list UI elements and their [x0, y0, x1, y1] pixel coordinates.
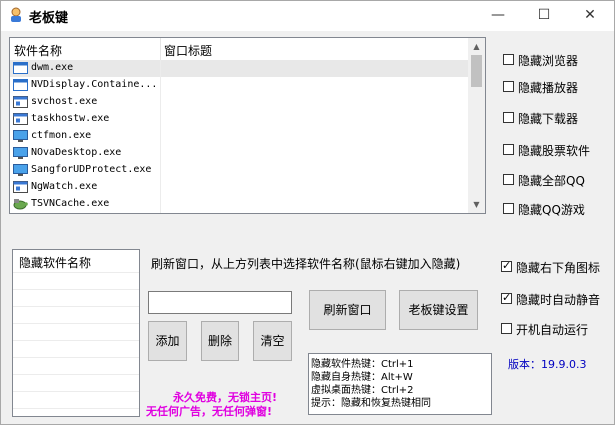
- checkbox-label: 隐藏时自动静音: [516, 293, 601, 307]
- process-row[interactable]: ctfmon.exe: [10, 128, 470, 145]
- hotkey-info-box: 隐藏软件热键：Ctrl+1 隐藏自身热键：Alt+W 虚拟桌面热键：Ctrl+2…: [308, 353, 492, 415]
- window-app-icon: [13, 181, 28, 193]
- maximize-button[interactable]: ☐: [521, 1, 567, 31]
- checkbox-label: 隐藏浏览器: [518, 54, 579, 68]
- process-list-scrollbar[interactable]: ▲ ▼: [468, 38, 485, 213]
- process-row[interactable]: dwm.exe: [10, 60, 470, 77]
- column-divider[interactable]: [160, 38, 161, 60]
- delete-button[interactable]: 删除: [201, 321, 239, 361]
- process-list-header: 软件名称 窗口标题: [10, 38, 470, 61]
- checkbox-box[interactable]: [503, 112, 514, 123]
- window-icon: [13, 79, 28, 91]
- boss-key-settings-button[interactable]: 老板键设置: [399, 290, 478, 330]
- process-row[interactable]: TSVNCache.exe: [10, 196, 470, 213]
- checkbox-box[interactable]: [501, 259, 512, 272]
- checkbox-box[interactable]: [501, 323, 512, 334]
- monitor-icon: [13, 164, 28, 176]
- checkbox-label: 隐藏股票软件: [518, 144, 591, 158]
- checkbox-box[interactable]: [503, 203, 514, 214]
- window-title: 老板键: [29, 11, 69, 26]
- process-name: TSVNCache.exe: [31, 198, 110, 209]
- version-label: 版本：19.9.0.3: [508, 358, 587, 371]
- process-name: taskhostw.exe: [31, 113, 110, 124]
- title-bar[interactable]: 老板键 — ☐ ✕: [1, 1, 614, 31]
- process-row[interactable]: taskhostw.exe: [10, 111, 470, 128]
- instruction-text: 刷新窗口，从上方列表中选择软件名称(鼠标右键加入隐藏): [151, 257, 461, 271]
- checkbox-box[interactable]: [503, 81, 514, 92]
- window-app-icon: [13, 96, 28, 108]
- minimize-button[interactable]: —: [475, 1, 521, 31]
- checkbox-box[interactable]: [503, 54, 514, 65]
- process-list[interactable]: 软件名称 窗口标题 dwm.exe NVDisplay.Containe... sv…: [9, 37, 486, 214]
- app-person-icon: [11, 7, 21, 22]
- process-row[interactable]: SangforUDProtect.exe: [10, 162, 470, 179]
- process-name: svchost.exe: [31, 96, 98, 107]
- hidden-list-header: 隐藏软件名称: [19, 256, 92, 270]
- checkbox-label: 开机自动运行: [516, 323, 589, 337]
- checkbox-label: 隐藏播放器: [518, 81, 579, 95]
- process-rows: dwm.exe NVDisplay.Containe... svchost.exe t…: [10, 60, 470, 214]
- checkbox-box[interactable]: [501, 291, 512, 304]
- checkbox-box[interactable]: [503, 174, 514, 185]
- process-row[interactable]: SecurityHealthSyst...: [10, 213, 470, 214]
- clear-button[interactable]: 清空: [253, 321, 292, 361]
- process-name: SangforUDProtect.exe: [31, 164, 152, 175]
- refresh-window-button[interactable]: 刷新窗口: [309, 290, 386, 330]
- add-button[interactable]: 添加: [148, 321, 187, 361]
- process-name: NgWatch.exe: [31, 181, 98, 192]
- checkbox-label: 隐藏右下角图标: [516, 261, 601, 275]
- process-name: ctfmon.exe: [31, 130, 92, 141]
- hidden-software-list[interactable]: 隐藏软件名称: [12, 249, 140, 417]
- main-window: 老板键 — ☐ ✕ 软件名称 窗口标题 dwm.exe NVDisplay.Con…: [0, 0, 615, 425]
- process-name: NOvaDesktop.exe: [31, 147, 122, 158]
- monitor-icon: [13, 130, 28, 142]
- monitor-icon: [13, 147, 28, 159]
- process-row[interactable]: NOvaDesktop.exe: [10, 145, 470, 162]
- window-app-icon: [13, 113, 28, 125]
- close-button[interactable]: ✕: [567, 1, 613, 31]
- checkbox-box[interactable]: [503, 144, 514, 155]
- scroll-up-arrow-icon[interactable]: ▲: [468, 38, 485, 55]
- scroll-thumb[interactable]: [471, 55, 482, 87]
- process-name: dwm.exe: [31, 62, 74, 73]
- column-header-software-name[interactable]: 软件名称: [14, 42, 62, 59]
- column-header-window-title[interactable]: 窗口标题: [164, 42, 212, 59]
- window-icon: [13, 62, 28, 74]
- process-row[interactable]: svchost.exe: [10, 94, 470, 111]
- process-name: NVDisplay.Containe...: [31, 79, 158, 90]
- process-row[interactable]: NgWatch.exe: [10, 179, 470, 196]
- hotkey-line: 提示：隐藏和恢复热键相同: [311, 398, 431, 409]
- scroll-down-arrow-icon[interactable]: ▼: [468, 196, 485, 213]
- checkbox-label: 隐藏下载器: [518, 112, 579, 126]
- checkbox-label: 隐藏全部QQ: [518, 174, 585, 188]
- tortoise-icon: [13, 198, 28, 210]
- software-name-input[interactable]: [148, 291, 292, 314]
- process-row[interactable]: NVDisplay.Containe...: [10, 77, 470, 94]
- promo-line-2: 无任何广告，无任何弹窗!: [146, 405, 273, 418]
- checkbox-label: 隐藏QQ游戏: [518, 203, 585, 217]
